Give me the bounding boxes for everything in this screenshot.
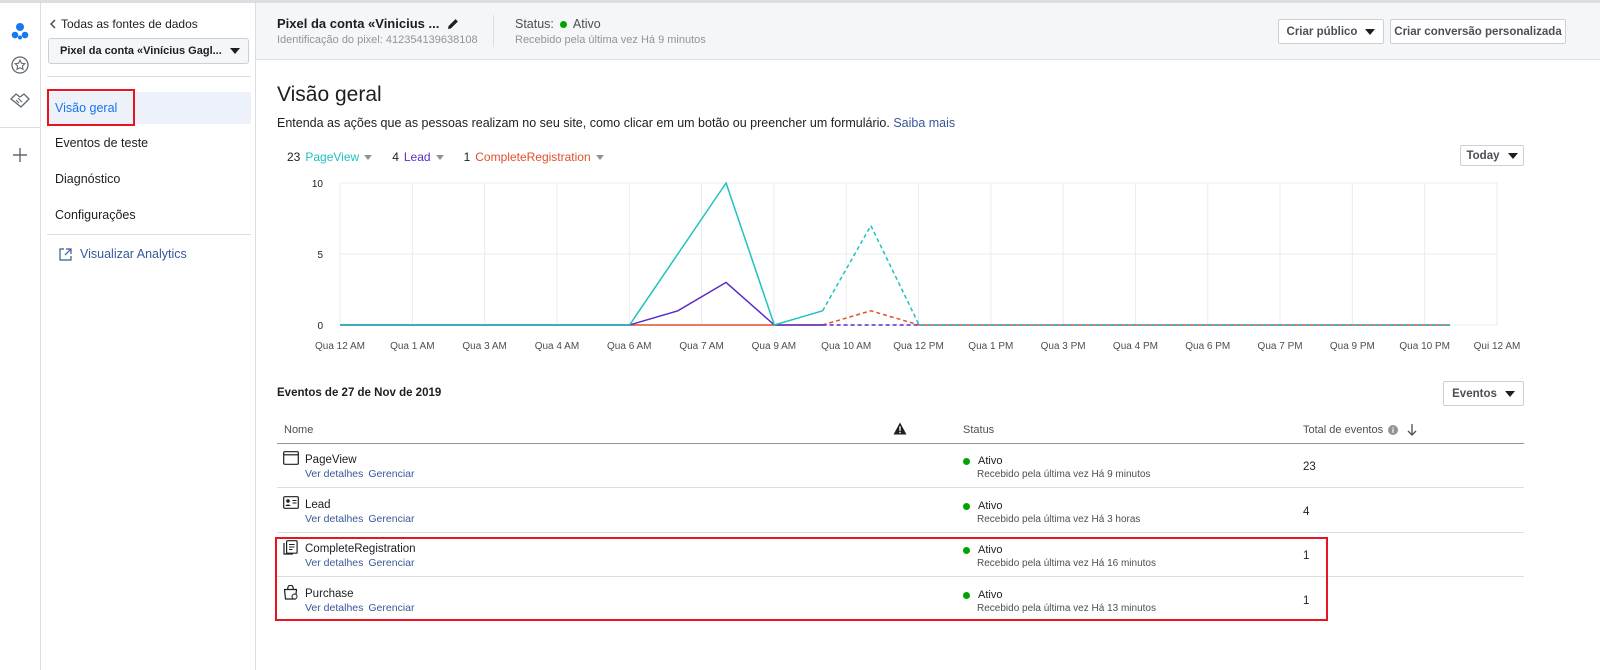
x-tick-label: Qua 7 PM — [1258, 341, 1303, 352]
id-card-icon — [283, 496, 299, 509]
series-line-dashed-completeregistration — [822, 310, 1450, 326]
manage-link[interactable]: Gerenciar — [368, 513, 414, 525]
y-tick-label: 10 — [312, 179, 324, 190]
events-dropdown[interactable]: Eventos — [1443, 381, 1524, 406]
x-tick-label: Qua 7 AM — [679, 341, 723, 352]
x-tick-label: Qua 6 AM — [607, 341, 651, 352]
x-tick-label: Qua 9 AM — [752, 341, 796, 352]
status-dot-icon — [963, 457, 970, 465]
column-header-label: Total de eventos — [1303, 424, 1384, 436]
event-name: PageView — [305, 454, 357, 466]
annotation-highlight-box — [275, 537, 1328, 621]
column-header-status: Status — [963, 424, 994, 436]
event-links: Ver detalhes Gerenciar — [305, 468, 420, 480]
view-details-link[interactable]: Ver detalhes — [305, 468, 363, 480]
manage-link[interactable]: Gerenciar — [368, 468, 414, 480]
column-header-name: Nome — [284, 424, 313, 436]
x-tick-label: Qua 12 AM — [315, 341, 365, 352]
x-tick-label: Qua 10 AM — [821, 341, 871, 352]
x-tick-label: Qua 3 PM — [1041, 341, 1086, 352]
event-status-value: Ativo — [978, 500, 1003, 512]
x-tick-label: Qua 1 AM — [390, 341, 434, 352]
table-row: PageView Ver detalhes Gerenciar Ativo Rec… — [277, 444, 1524, 488]
events-dropdown-label: Eventos — [1452, 387, 1497, 400]
warning-icon[interactable] — [893, 422, 907, 435]
event-links: Ver detalhes Gerenciar — [305, 513, 420, 525]
event-status-value: Ativo — [978, 455, 1003, 467]
event-status: Ativo — [963, 500, 1002, 512]
events-section-title: Eventos de 27 de Nov de 2019 — [277, 387, 442, 399]
events-line-chart: 0 5 10 Qua 12 AM Qua 1 AM Qua 3 AM Qua 4 AM Qua… — [312, 179, 1521, 352]
x-tick-label: Qua 6 PM — [1185, 341, 1230, 352]
chevron-down-icon — [1504, 390, 1515, 397]
column-header-label: Status — [963, 424, 995, 436]
table-row: Lead Ver detalhes Gerenciar Ativo Recebid… — [277, 489, 1524, 533]
event-total: 23 — [1303, 461, 1316, 473]
column-header-label: Nome — [284, 424, 314, 436]
x-tick-label: Qua 3 AM — [462, 341, 506, 352]
x-tick-label: Qua 9 PM — [1330, 341, 1375, 352]
series-line-dashed-pageview — [821, 223, 1450, 326]
event-name: Lead — [305, 499, 331, 511]
event-last-received: Recebido pela última vez Há 3 horas — [977, 514, 1141, 525]
column-header-total[interactable]: Total de eventos — [1303, 424, 1417, 436]
x-tick-label: Qua 4 PM — [1113, 341, 1158, 352]
x-tick-label: Qui 12 AM — [1474, 341, 1521, 352]
browser-window-icon — [283, 451, 299, 465]
info-icon[interactable] — [1388, 425, 1399, 435]
event-last-received: Recebido pela última vez Há 9 minutos — [977, 469, 1151, 480]
event-status: Ativo — [963, 455, 1002, 467]
y-tick-label: 0 — [317, 321, 323, 332]
x-tick-label: Qua 4 AM — [535, 341, 579, 352]
view-details-link[interactable]: Ver detalhes — [305, 513, 363, 525]
y-tick-label: 5 — [317, 250, 323, 261]
sort-descending-icon[interactable] — [1407, 424, 1417, 436]
x-tick-label: Qua 12 PM — [893, 341, 944, 352]
status-dot-icon — [963, 502, 970, 510]
x-tick-label: Qua 1 PM — [968, 341, 1013, 352]
event-total: 4 — [1303, 506, 1310, 518]
x-tick-label: Qua 10 PM — [1399, 341, 1450, 352]
